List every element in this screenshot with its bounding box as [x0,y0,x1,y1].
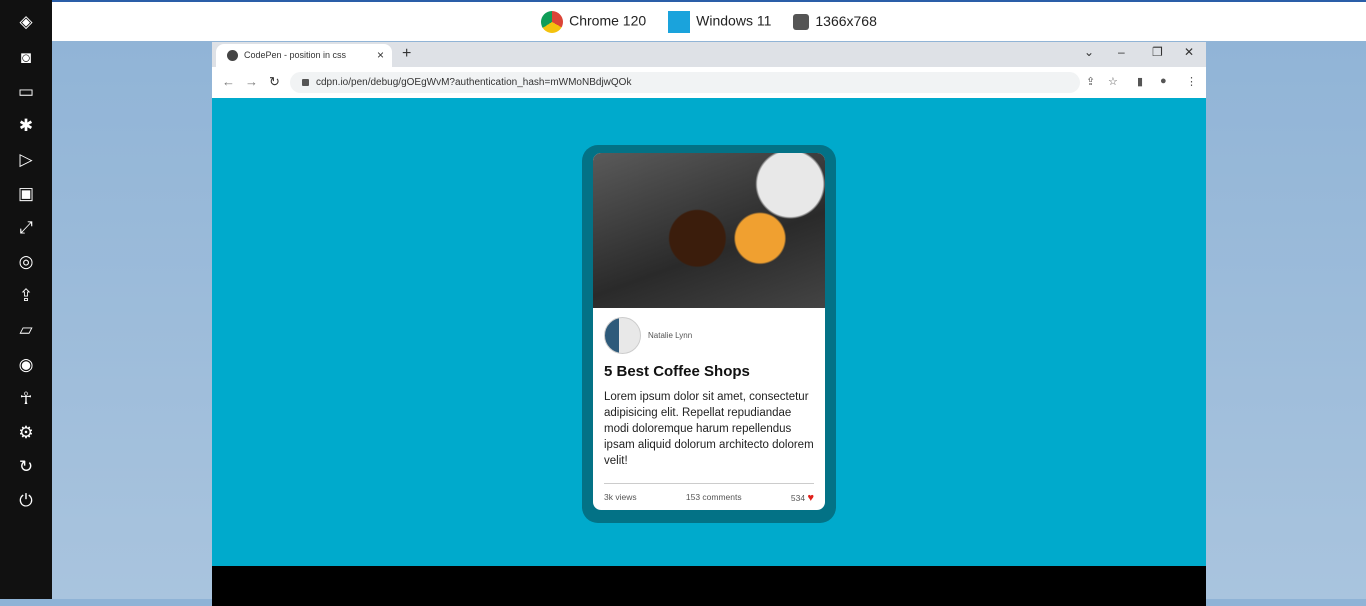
blog-card: Natalie Lynn 5 Best Coffee Shops Lorem i… [593,153,825,510]
globe-icon [227,50,238,61]
resize-icon[interactable]: ⤢ [16,218,36,238]
minimize-button[interactable]: – [1118,45,1125,59]
close-window-button[interactable]: ✕ [1184,45,1194,59]
bug-icon[interactable]: ✱ [16,116,36,136]
author: Natalie Lynn [604,317,692,354]
side-panel-icon[interactable]: ▮ [1137,75,1143,88]
bottom-black-area [212,566,1206,606]
back-button[interactable]: ← [222,74,235,89]
menu-icon[interactable]: ⋮ [1186,75,1197,88]
logo-icon[interactable]: ◈ [16,12,36,32]
upload-icon[interactable]: ⇪ [16,286,36,306]
comments-count: 153 comments [685,492,742,502]
tab-search-icon[interactable]: ⌄ [1084,45,1094,59]
chrome-icon[interactable]: ◉ [16,355,36,375]
views-count: 3k views [604,492,637,502]
card-stats: 3k views 153 comments 534 ♥ [604,492,814,504]
accessibility-icon[interactable]: ☥ [16,389,36,409]
play-icon[interactable]: ▷ [16,150,36,170]
heart-icon[interactable]: ♥ [807,492,814,504]
profile-icon[interactable]: ● [1160,75,1167,87]
session-info-bar: Chrome 120 Windows 11 1366x768 [52,0,1366,41]
share-icon[interactable]: ⇪ [1086,75,1095,88]
resolution-icon [793,14,810,31]
folder-icon[interactable]: ▱ [16,320,36,340]
bookmark-star-icon[interactable]: ☆ [1108,75,1118,88]
monitor-icon[interactable]: ▣ [16,184,36,204]
browser-tab[interactable]: CodePen - position in css × [216,44,392,67]
card-title: 5 Best Coffee Shops [604,363,750,380]
left-toolbar: ◈ ◙ ▭ ✱ ▷ ▣ ⤢ ◎ ⇪ ▱ ◉ ☥ ⚙ ↻ ⏻ [0,0,52,599]
settings-icon[interactable]: ⚙ [16,423,36,443]
divider [604,483,814,484]
chrome-icon [541,10,564,33]
reload-button[interactable]: ↻ [269,74,280,90]
browser-info: Chrome 120 [541,10,646,33]
close-tab-icon[interactable]: × [377,48,384,62]
power-icon[interactable]: ⏻ [16,491,36,511]
new-tab-button[interactable]: + [402,45,411,63]
likes: 534 ♥ [791,492,814,504]
os-info: Windows 11 [668,10,771,33]
sync-icon[interactable]: ↻ [16,457,36,477]
card-frame: Natalie Lynn 5 Best Coffee Shops Lorem i… [582,145,836,523]
coffee-image [593,153,825,308]
browser-window: CodePen - position in css × + ⌄ – ❐ ✕ ← →… [212,42,1206,606]
restore-button[interactable]: ❐ [1152,45,1163,59]
likes-count: 534 [790,493,806,503]
windows-icon [668,10,691,33]
forward-button[interactable]: → [245,74,258,89]
resolution-info: 1366x768 [793,13,877,31]
camera-icon[interactable]: ◙ [16,48,36,68]
card-body: Lorem ipsum dolor sit amet, consectetur … [604,391,814,467]
globe-icon[interactable]: ◎ [16,252,36,272]
page-content: Natalie Lynn 5 Best Coffee Shops Lorem i… [212,98,1206,566]
video-icon[interactable]: ▭ [16,82,36,102]
avatar [604,317,641,354]
address-bar[interactable]: cdpn.io/pen/debug/gOEgWvM?authentication… [290,72,1080,93]
